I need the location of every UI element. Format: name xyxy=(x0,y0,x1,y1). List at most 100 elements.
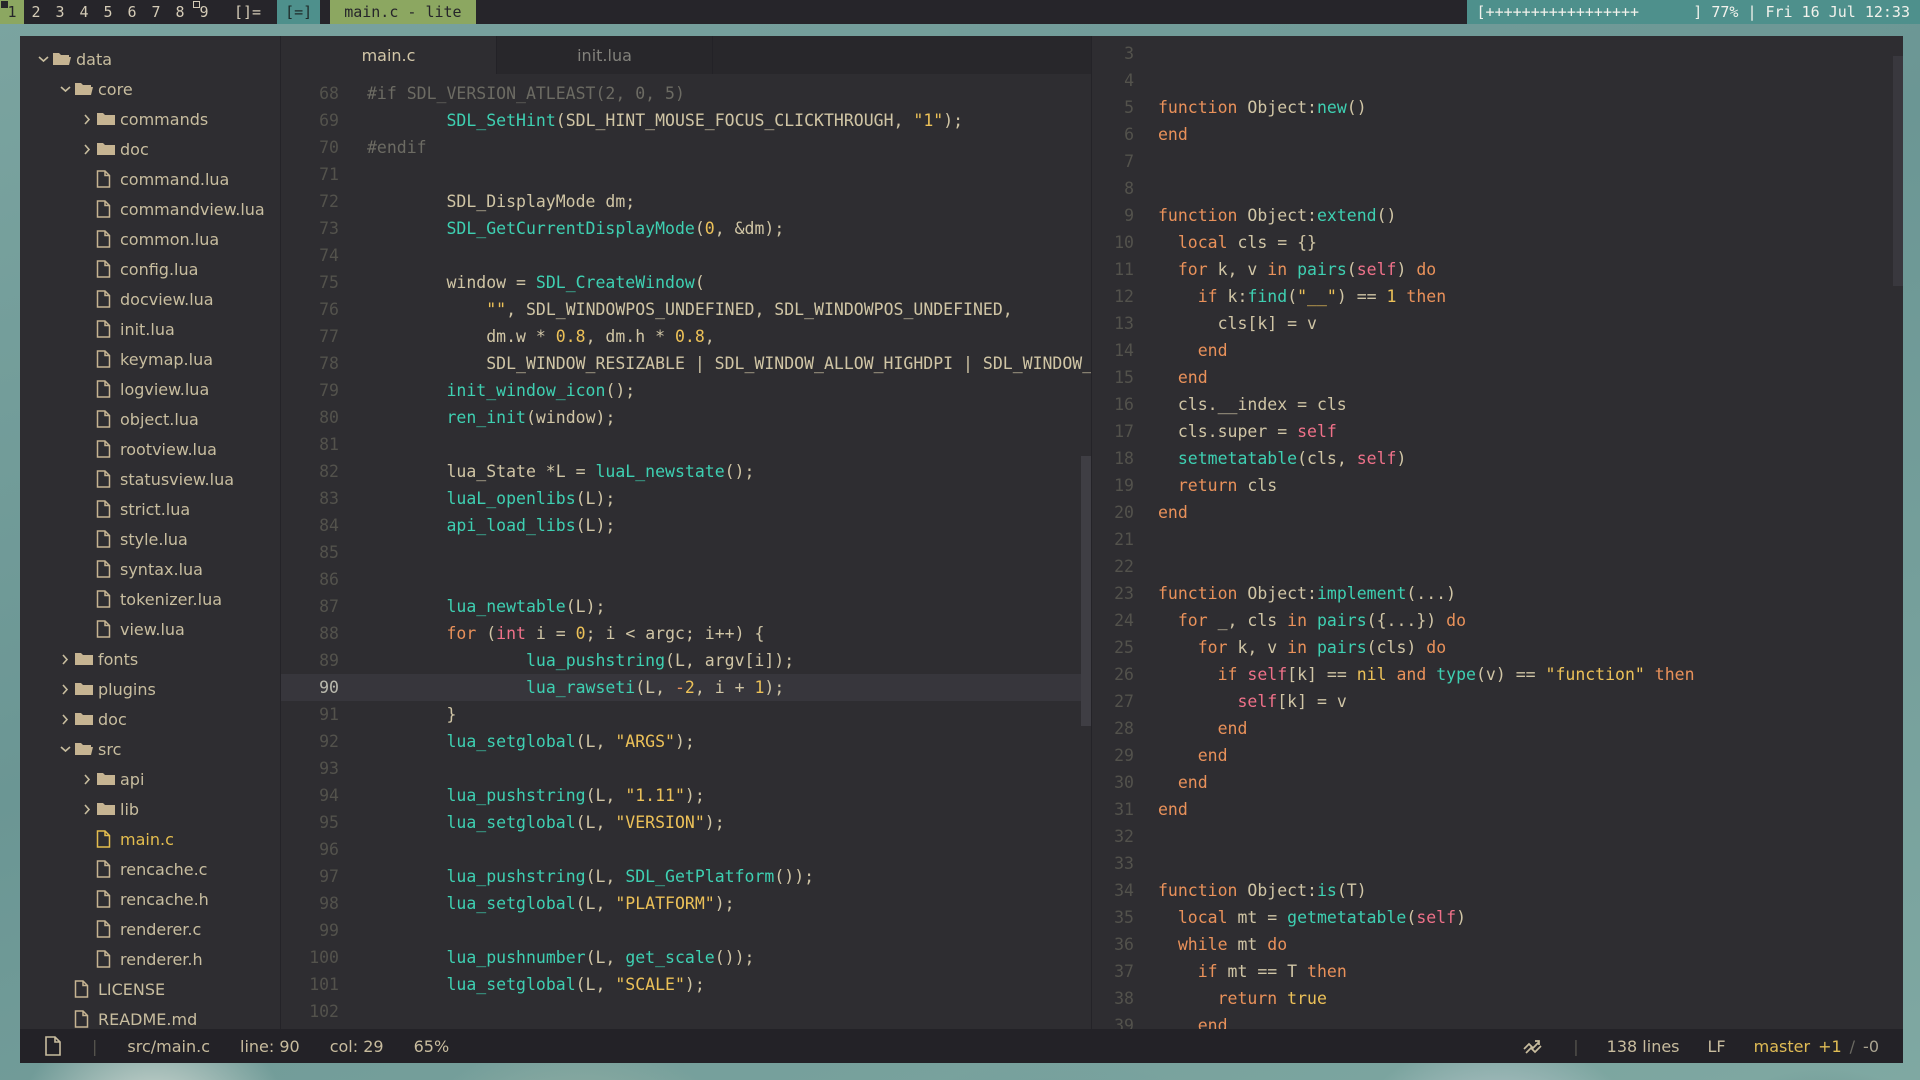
code-line-15[interactable]: 15 end xyxy=(1092,364,1903,391)
workspace-tag-7[interactable]: 7 xyxy=(144,0,168,24)
code-line-81[interactable]: 81 xyxy=(281,431,1091,458)
tree-item-strict-lua[interactable]: strict.lua xyxy=(20,494,280,524)
code-line-68[interactable]: 68#if SDL_VERSION_ATLEAST(2, 0, 5) xyxy=(281,80,1091,107)
tree-item-syntax-lua[interactable]: syntax.lua xyxy=(20,554,280,584)
code-line-94[interactable]: 94 lua_pushstring(L, "1.11"); xyxy=(281,782,1091,809)
workspace-tag-1[interactable]: 1 xyxy=(0,0,24,24)
code-line-78[interactable]: 78 SDL_WINDOW_RESIZABLE | SDL_WINDOW_ALL… xyxy=(281,350,1091,377)
tree-item-readme-md[interactable]: README.md xyxy=(20,1004,280,1029)
code-line-16[interactable]: 16 cls.__index = cls xyxy=(1092,391,1903,418)
tree-item-keymap-lua[interactable]: keymap.lua xyxy=(20,344,280,374)
code-line-87[interactable]: 87 lua_newtable(L); xyxy=(281,593,1091,620)
code-line-97[interactable]: 97 lua_pushstring(L, SDL_GetPlatform()); xyxy=(281,863,1091,890)
code-line-30[interactable]: 30 end xyxy=(1092,769,1903,796)
code-line-101[interactable]: 101 lua_setglobal(L, "SCALE"); xyxy=(281,971,1091,998)
code-line-26[interactable]: 26 if self[k] == nil and type(v) == "fun… xyxy=(1092,661,1903,688)
code-line-19[interactable]: 19 return cls xyxy=(1092,472,1903,499)
code-line-100[interactable]: 100 lua_pushnumber(L, get_scale()); xyxy=(281,944,1091,971)
code-line-10[interactable]: 10 local cls = {} xyxy=(1092,229,1903,256)
tree-item-config-lua[interactable]: config.lua xyxy=(20,254,280,284)
code-line-22[interactable]: 22 xyxy=(1092,553,1903,580)
tree-item-commands[interactable]: commands xyxy=(20,104,280,134)
code-line-37[interactable]: 37 if mt == T then xyxy=(1092,958,1903,985)
code-line-77[interactable]: 77 dm.w * 0.8, dm.h * 0.8, xyxy=(281,323,1091,350)
code-line-74[interactable]: 74 xyxy=(281,242,1091,269)
code-line-32[interactable]: 32 xyxy=(1092,823,1903,850)
code-line-18[interactable]: 18 setmetatable(cls, self) xyxy=(1092,445,1903,472)
tree-item-fonts[interactable]: fonts xyxy=(20,644,280,674)
code-line-36[interactable]: 36 while mt do xyxy=(1092,931,1903,958)
code-line-90[interactable]: 90 lua_rawseti(L, -2, i + 1); xyxy=(281,674,1091,701)
code-line-88[interactable]: 88 for (int i = 0; i < argc; i++) { xyxy=(281,620,1091,647)
scrollbar-thumb[interactable] xyxy=(1893,56,1903,286)
code-line-28[interactable]: 28 end xyxy=(1092,715,1903,742)
code-line-102[interactable]: 102 xyxy=(281,998,1091,1025)
code-line-34[interactable]: 34function Object:is(T) xyxy=(1092,877,1903,904)
code-line-98[interactable]: 98 lua_setglobal(L, "PLATFORM"); xyxy=(281,890,1091,917)
tree-item-data[interactable]: data xyxy=(20,44,280,74)
tree-item-rencache-h[interactable]: rencache.h xyxy=(20,884,280,914)
code-line-83[interactable]: 83 luaL_openlibs(L); xyxy=(281,485,1091,512)
code-line-11[interactable]: 11 for k, v in pairs(self) do xyxy=(1092,256,1903,283)
tree-item-commandview-lua[interactable]: commandview.lua xyxy=(20,194,280,224)
code-line-73[interactable]: 73 SDL_GetCurrentDisplayMode(0, &dm); xyxy=(281,215,1091,242)
tree-item-lib[interactable]: lib xyxy=(20,794,280,824)
code-line-17[interactable]: 17 cls.super = self xyxy=(1092,418,1903,445)
layout-symbol[interactable]: []= xyxy=(224,0,271,24)
tree-item-object-lua[interactable]: object.lua xyxy=(20,404,280,434)
tab-init-lua[interactable]: init.lua xyxy=(497,36,713,74)
code-line-38[interactable]: 38 return true xyxy=(1092,985,1903,1012)
workspace-tag-5[interactable]: 5 xyxy=(96,0,120,24)
code-line-33[interactable]: 33 xyxy=(1092,850,1903,877)
tree-item-src[interactable]: src xyxy=(20,734,280,764)
code-line-91[interactable]: 91 } xyxy=(281,701,1091,728)
code-line-75[interactable]: 75 window = SDL_CreateWindow( xyxy=(281,269,1091,296)
tree-item-command-lua[interactable]: command.lua xyxy=(20,164,280,194)
tree-item-renderer-h[interactable]: renderer.h xyxy=(20,944,280,974)
code-view-init-lua[interactable]: 345function Object:new()6end789function … xyxy=(1092,36,1903,1029)
tree-item-init-lua[interactable]: init.lua xyxy=(20,314,280,344)
code-line-14[interactable]: 14 end xyxy=(1092,337,1903,364)
code-line-99[interactable]: 99 xyxy=(281,917,1091,944)
tree-item-logview-lua[interactable]: logview.lua xyxy=(20,374,280,404)
code-line-89[interactable]: 89 lua_pushstring(L, argv[i]); xyxy=(281,647,1091,674)
code-line-4[interactable]: 4 xyxy=(1092,67,1903,94)
code-line-27[interactable]: 27 self[k] = v xyxy=(1092,688,1903,715)
code-line-71[interactable]: 71 xyxy=(281,161,1091,188)
code-line-8[interactable]: 8 xyxy=(1092,175,1903,202)
tree-item-statusview-lua[interactable]: statusview.lua xyxy=(20,464,280,494)
code-line-92[interactable]: 92 lua_setglobal(L, "ARGS"); xyxy=(281,728,1091,755)
tree-item-style-lua[interactable]: style.lua xyxy=(20,524,280,554)
tree-item-core[interactable]: core xyxy=(20,74,280,104)
workspace-tag-4[interactable]: 4 xyxy=(72,0,96,24)
code-line-31[interactable]: 31end xyxy=(1092,796,1903,823)
code-line-76[interactable]: 76 "", SDL_WINDOWPOS_UNDEFINED, SDL_WIND… xyxy=(281,296,1091,323)
code-line-7[interactable]: 7 xyxy=(1092,148,1903,175)
code-line-84[interactable]: 84 api_load_libs(L); xyxy=(281,512,1091,539)
tree-item-rencache-c[interactable]: rencache.c xyxy=(20,854,280,884)
tree-item-doc[interactable]: doc xyxy=(20,704,280,734)
scrollbar-thumb[interactable] xyxy=(1081,456,1091,726)
code-line-5[interactable]: 5function Object:new() xyxy=(1092,94,1903,121)
code-line-20[interactable]: 20end xyxy=(1092,499,1903,526)
code-line-24[interactable]: 24 for _, cls in pairs({...}) do xyxy=(1092,607,1903,634)
code-view-main-c[interactable]: 68#if SDL_VERSION_ATLEAST(2, 0, 5)69 SDL… xyxy=(281,74,1091,1029)
workspace-tag-6[interactable]: 6 xyxy=(120,0,144,24)
code-line-85[interactable]: 85 xyxy=(281,539,1091,566)
code-line-25[interactable]: 25 for k, v in pairs(cls) do xyxy=(1092,634,1903,661)
tree-item-api[interactable]: api xyxy=(20,764,280,794)
workspace-tag-3[interactable]: 3 xyxy=(48,0,72,24)
code-line-6[interactable]: 6end xyxy=(1092,121,1903,148)
code-line-95[interactable]: 95 lua_setglobal(L, "VERSION"); xyxy=(281,809,1091,836)
tree-item-tokenizer-lua[interactable]: tokenizer.lua xyxy=(20,584,280,614)
code-line-3[interactable]: 3 xyxy=(1092,40,1903,67)
tree-item-main-c[interactable]: main.c xyxy=(20,824,280,854)
tree-item-license[interactable]: LICENSE xyxy=(20,974,280,1004)
tree-item-view-lua[interactable]: view.lua xyxy=(20,614,280,644)
tree-item-rootview-lua[interactable]: rootview.lua xyxy=(20,434,280,464)
code-line-86[interactable]: 86 xyxy=(281,566,1091,593)
code-line-9[interactable]: 9function Object:extend() xyxy=(1092,202,1903,229)
tab-main-c[interactable]: main.c xyxy=(281,36,497,74)
tree-item-doc[interactable]: doc xyxy=(20,134,280,164)
tree-item-plugins[interactable]: plugins xyxy=(20,674,280,704)
